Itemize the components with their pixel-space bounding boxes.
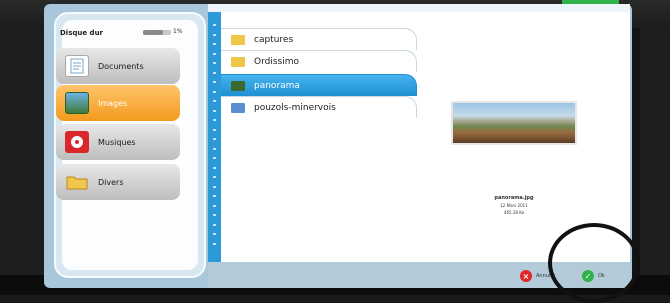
scrollbar-tick	[213, 147, 216, 150]
music-icon	[65, 131, 89, 153]
scrollbar-tick	[213, 43, 216, 45]
scrollbar-tick	[213, 176, 216, 178]
scrollbar-tick	[213, 214, 216, 216]
disk-usage-text: 1%	[173, 28, 183, 35]
scrollbar-tick	[213, 233, 216, 235]
folder-item-pouzols-minervois[interactable]: pouzols-minervois	[221, 96, 417, 118]
preview-date: 12 Mars 2011	[500, 203, 528, 208]
folder-icon	[65, 171, 89, 193]
scrollbar-tick	[213, 52, 216, 55]
scrollbar-tick	[213, 71, 216, 74]
folder-label: Ordissimo	[254, 56, 299, 67]
scrollbar-tick	[213, 242, 216, 245]
category-label: Musiques	[98, 137, 136, 147]
scrollbar-tick	[213, 185, 216, 188]
image-icon	[65, 92, 89, 114]
scrollbar-tick	[213, 81, 216, 83]
scrollbar-tick	[213, 33, 216, 36]
scrollbar-tick	[213, 195, 216, 197]
scrollbar-tick	[213, 138, 216, 140]
preview-filename: panorama.jpg	[494, 195, 534, 201]
category-musiques[interactable]: Musiques	[56, 124, 180, 160]
scrollbar-tick	[213, 100, 216, 102]
left-backdrop	[0, 28, 45, 275]
disk-usage-bar	[143, 30, 171, 35]
scrollbar-tick	[213, 223, 216, 226]
disk-usage-fill	[143, 30, 163, 35]
highlight-circle	[548, 223, 640, 303]
scrollbar-tick	[213, 90, 216, 93]
category-label: Documents	[98, 61, 144, 71]
folder-scrollbar[interactable]	[208, 12, 221, 262]
scrollbar-tick	[213, 166, 216, 169]
right-backdrop	[640, 28, 670, 275]
folder-label: panorama	[254, 80, 300, 91]
folder-icon	[231, 34, 245, 45]
scrollbar-tick	[213, 62, 216, 64]
folder-item-ordissimo[interactable]: Ordissimo	[221, 50, 417, 72]
category-divers[interactable]: Divers	[56, 164, 180, 200]
category-documents[interactable]: Documents	[56, 48, 180, 84]
folder-label: pouzols-minervois	[254, 102, 336, 113]
category-label: Images	[98, 98, 128, 108]
disk-title: Disque dur	[60, 29, 104, 37]
scrollbar-tick	[213, 109, 216, 112]
file-picker-window: Disque dur 1% Documents Images Musiques …	[44, 4, 632, 288]
scrollbar-tick	[213, 128, 216, 131]
scrollbar-tick	[213, 119, 216, 121]
image-folder-icon	[231, 80, 245, 91]
scrollbar-tick	[213, 157, 216, 159]
image-folder-icon	[231, 102, 245, 113]
folder-item-panorama[interactable]: panorama	[221, 74, 417, 96]
scrollbar-tick	[213, 24, 216, 26]
panorama-thumbnail[interactable]	[451, 101, 577, 145]
preview-size: 465.28 Ko	[503, 210, 525, 215]
category-label: Divers	[98, 177, 124, 187]
category-images[interactable]: Images	[56, 85, 180, 121]
scrollbar-tick	[213, 204, 216, 207]
cancel-icon: ×	[520, 270, 532, 282]
document-icon	[65, 55, 89, 77]
folder-item-captures[interactable]: captures	[221, 28, 417, 50]
folder-icon	[231, 56, 245, 67]
folder-label: captures	[254, 34, 294, 45]
